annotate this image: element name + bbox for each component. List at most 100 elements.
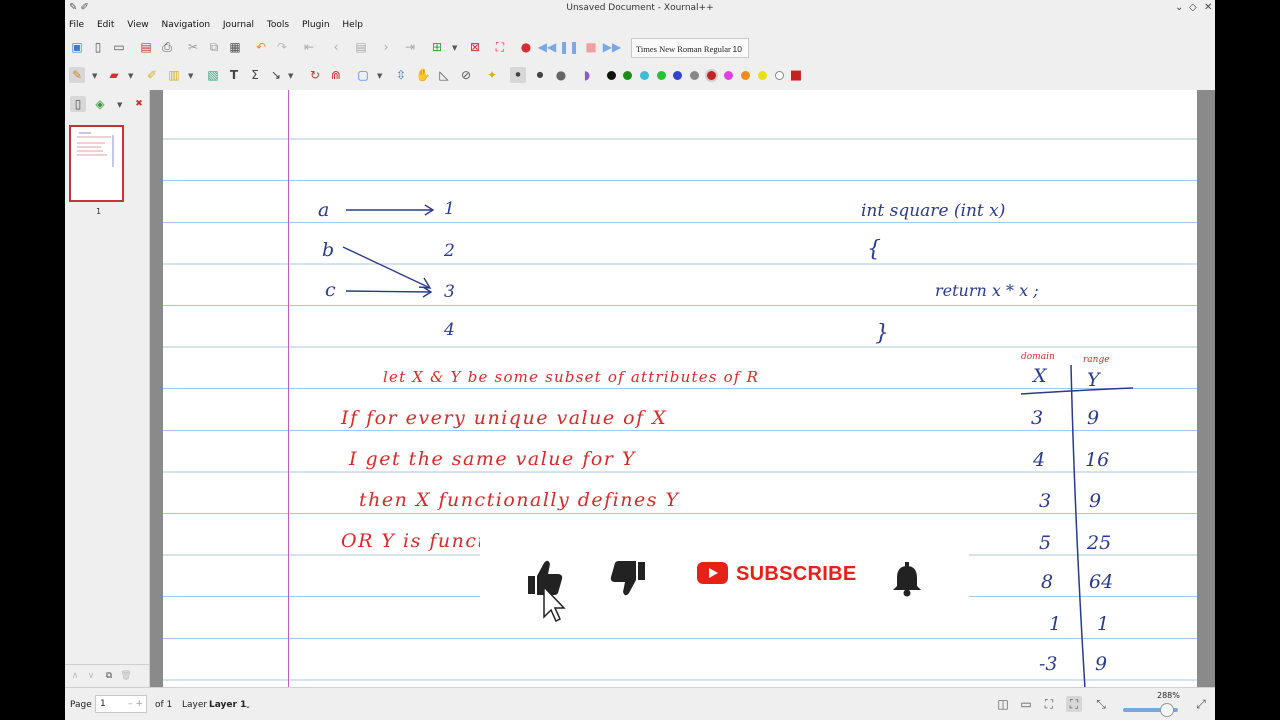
move-page-up-icon[interactable]: ∧ [67,668,83,684]
close-sidebar-icon[interactable]: ✖ [131,96,147,112]
layer-selector[interactable]: Layer 1 [209,700,246,710]
vertical-space-icon[interactable]: ⇳ [393,67,409,83]
last-page-icon[interactable]: ⇥ [402,39,418,55]
color-white[interactable] [775,71,784,80]
highlighter-icon[interactable]: ✐ [144,67,160,83]
next-page-icon[interactable]: › [378,39,394,55]
color-yellow[interactable] [758,71,767,80]
menu-tools[interactable]: Tools [267,17,289,33]
zoom-slider-handle[interactable] [1160,703,1174,717]
svg-text:16: 16 [1085,449,1109,471]
move-page-down-icon[interactable]: ∨ [83,668,99,684]
color-black[interactable] [607,71,616,80]
ruler-icon[interactable]: ◺ [436,67,452,83]
medium-line-icon[interactable]: ● [532,67,548,83]
color-blue[interactable] [673,71,682,80]
delete-page-sidebar-icon[interactable]: 🗑 [118,668,134,684]
copy-icon[interactable]: ⧉ [206,39,222,55]
previous-page-icon[interactable]: ‹ [328,39,344,55]
cut-icon[interactable]: ✂ [185,39,201,55]
goto-page-icon[interactable]: ▤ [353,39,369,55]
latex-icon[interactable]: Σ [247,67,263,83]
color-red[interactable] [707,71,716,80]
fast-forward-icon[interactable]: ▶▶ [603,39,621,55]
sidebar-dropdown-icon[interactable]: ▼ [117,101,122,109]
zoom-page-icon[interactable]: ⛶ [1066,696,1082,712]
menu-view[interactable]: View [127,17,148,33]
page-stepper-icon[interactable]: – + [128,696,143,712]
add-page-icon[interactable]: ⊞ [429,39,445,55]
page-number-input[interactable]: 1 – + [95,695,147,713]
zoom-fit-icon[interactable]: ⛶ [1041,696,1057,712]
record-icon[interactable]: ● [518,39,534,55]
notification-bell-icon[interactable] [893,562,921,597]
add-page-dropdown-icon[interactable]: ▼ [452,44,457,52]
continuous-view-icon[interactable]: ▭ [1018,696,1034,712]
eraser-icon[interactable]: ▰ [106,67,122,83]
thumbs-down-icon[interactable] [610,561,645,596]
layers-icon[interactable]: ◈ [92,96,108,112]
menu-file[interactable]: File [69,17,84,33]
fullscreen-icon[interactable]: ⛶ [492,39,508,55]
hand-icon[interactable]: ✋ [415,67,431,83]
color-green[interactable] [623,71,632,80]
pause-icon[interactable]: ❚❚ [559,39,579,55]
paste-icon[interactable]: ▦ [227,39,243,55]
layer-dropdown-icon[interactable]: ⌄ [245,702,251,710]
close-icon[interactable]: ✕ [1204,2,1212,13]
image-dropdown-icon[interactable]: ▼ [188,72,193,80]
stop-icon[interactable]: ■ [583,39,599,55]
eraser-dropdown-icon[interactable]: ▼ [128,72,133,80]
page-preview-icon[interactable]: ▯ [70,96,86,112]
compass-icon[interactable]: ⊘ [458,67,474,83]
color-light-green[interactable] [657,71,666,80]
custom-color-icon[interactable]: ■ [788,67,804,83]
shape-dropdown-icon[interactable]: ▼ [377,72,382,80]
font-selector[interactable]: Times New Roman Regular 10 [631,38,749,58]
pen-icon[interactable]: ✎ [69,67,85,83]
menu-journal[interactable]: Journal [223,17,254,33]
page-thumbnail[interactable] [69,125,124,202]
thick-line-icon[interactable]: ● [553,67,569,83]
zoom-100-icon[interactable]: ⤡ [1093,696,1109,712]
color-gray[interactable] [690,71,699,80]
default-tool-icon[interactable]: ✦ [484,67,500,83]
color-orange[interactable] [741,71,750,80]
shape-recognizer-icon[interactable]: ↻ [307,67,323,83]
menu-help[interactable]: Help [342,17,363,33]
undo-icon[interactable]: ↶ [253,39,269,55]
pen-dropdown-icon[interactable]: ▼ [92,72,97,80]
select-icon[interactable]: ↘ [268,67,284,83]
document-canvas[interactable]: a b c 1 2 3 4 int square (int x) { retur… [150,90,1215,687]
dual-page-icon[interactable]: ◫ [995,696,1011,712]
subscribe-label[interactable]: SUBSCRIBE [736,563,857,586]
menu-plugin[interactable]: Plugin [302,17,330,33]
delete-page-icon[interactable]: ⊠ [467,39,483,55]
menu-edit[interactable]: Edit [97,17,114,33]
magnet-icon[interactable]: ⋒ [328,67,344,83]
select-dropdown-icon[interactable]: ▼ [288,72,293,80]
rectangle-icon[interactable]: ▢ [355,67,371,83]
maximize-icon[interactable]: ◇ [1189,2,1197,13]
menu-navigation[interactable]: Navigation [161,17,210,33]
color-magenta[interactable] [724,71,733,80]
rewind-icon[interactable]: ◀◀ [538,39,556,55]
copy-page-icon[interactable]: ⧉ [101,668,117,684]
save-icon[interactable]: ▣ [69,39,85,55]
open-folder-icon[interactable]: ▭ [111,39,127,55]
insert-image-icon[interactable]: ▧ [205,67,221,83]
minimize-icon[interactable]: ⌄ [1175,2,1183,13]
new-document-icon[interactable]: ▯ [90,39,106,55]
font-size: 10 [732,44,742,54]
zoom-fit-width-icon[interactable]: ⤢ [1193,696,1209,712]
color-cyan[interactable] [640,71,649,80]
first-page-icon[interactable]: ⇤ [301,39,317,55]
export-pdf-icon[interactable]: ▤ [138,39,154,55]
thin-line-icon[interactable]: ● [510,67,526,83]
fill-icon[interactable]: ◗ [579,67,595,83]
note-line-1: let X & Y be some subset of attributes o… [383,368,759,386]
redo-icon[interactable]: ↷ [274,39,290,55]
print-icon[interactable]: ⎙ [159,39,175,55]
image-tool-icon[interactable]: ▥ [166,67,182,83]
text-tool-icon[interactable]: T [226,67,242,83]
